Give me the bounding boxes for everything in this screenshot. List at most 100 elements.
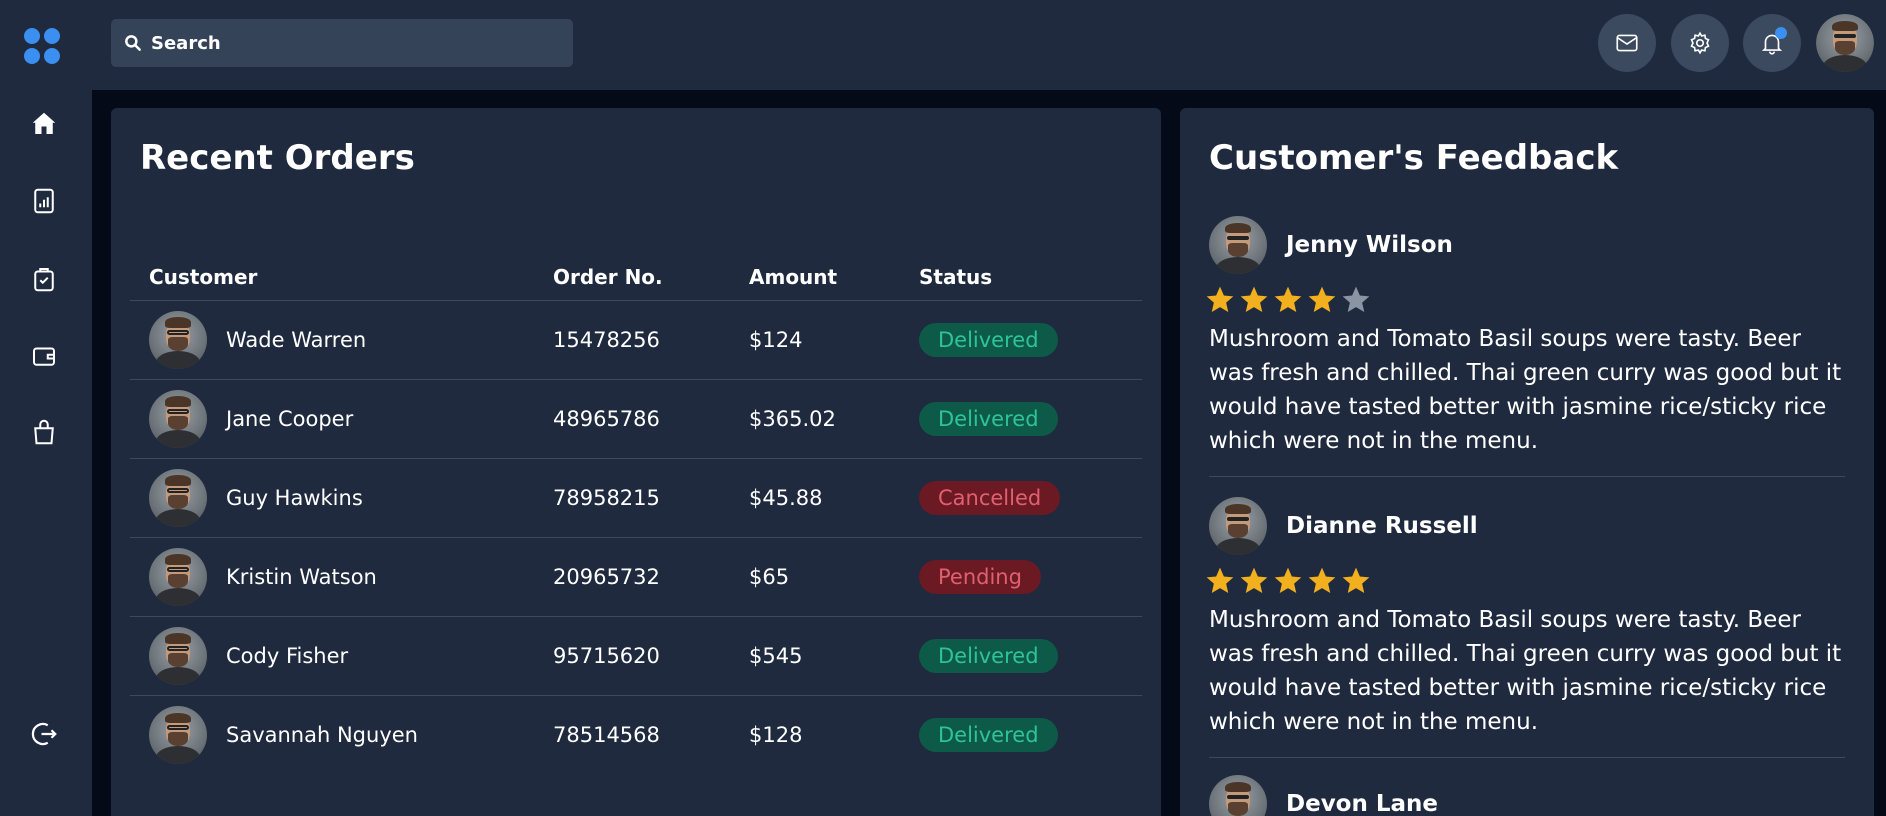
customer-cell: Guy Hawkins — [130, 458, 534, 538]
status-badge: Delivered — [919, 717, 1058, 752]
customer-feedback-title: Customer's Feedback — [1209, 138, 1619, 178]
star-icon — [1308, 286, 1336, 312]
customer-cell: Jane Cooper — [130, 379, 534, 459]
search-input[interactable] — [151, 32, 551, 54]
shopping-bag-icon[interactable] — [26, 414, 62, 450]
order-number: 20965732 — [534, 537, 730, 617]
customer-name: Kristin Watson — [226, 564, 377, 589]
order-number: 78514568 — [553, 722, 660, 747]
customer-name: Jane Cooper — [226, 406, 354, 431]
order-amount: $45.88 — [730, 458, 900, 538]
reviewer-name: Devon Lane — [1286, 791, 1439, 816]
column-header-status: Status — [900, 254, 1142, 301]
status-badge: Pending — [919, 559, 1041, 594]
status-cell: Delivered — [900, 695, 1142, 774]
star-rating — [1203, 565, 1845, 597]
order-number: 48965786 — [534, 379, 730, 459]
mail-icon — [1616, 34, 1638, 52]
gear-icon — [1690, 31, 1710, 55]
star-icon — [1274, 567, 1302, 593]
status-cell: Cancelled — [900, 458, 1142, 538]
top-header — [92, 0, 1886, 90]
order-number: 95715620 — [534, 616, 730, 696]
customer-feedback-panel: Customer's Feedback Jenny Wilson Mushroom… — [1180, 108, 1874, 816]
customer-name: Wade Warren — [226, 327, 367, 352]
notifications-button[interactable] — [1743, 14, 1801, 72]
app-logo[interactable] — [24, 28, 60, 64]
logout-icon[interactable] — [26, 716, 62, 752]
status-cell: Delivered — [900, 616, 1142, 696]
reviewer-avatar — [1209, 775, 1267, 816]
recent-orders-title: Recent Orders — [140, 138, 415, 178]
status-badge: Delivered — [919, 322, 1058, 357]
star-icon — [1342, 567, 1370, 593]
customer-name: Cody Fisher — [226, 643, 349, 668]
customer-avatar — [149, 547, 207, 606]
order-number: 15478256 — [534, 300, 730, 380]
order-amount: $545 — [730, 616, 900, 696]
star-icon — [1206, 286, 1234, 312]
reviewer-name: Jenny Wilson — [1286, 232, 1453, 258]
table-row[interactable]: Cody Fisher 95715620 $545 Delivered — [130, 616, 1142, 696]
sidebar — [0, 0, 92, 816]
customer-avatar — [149, 468, 207, 527]
tasks-icon[interactable] — [26, 261, 62, 297]
table-row[interactable]: Kristin Watson 20965732 $65 Pending — [130, 537, 1142, 617]
table-row[interactable]: Wade Warren 15478256 $124 Delivered — [130, 300, 1142, 380]
star-icon — [1240, 286, 1268, 312]
table-row[interactable]: Savannah Nguyen 78514568 $128 Delivered — [130, 695, 1142, 774]
status-cell: Delivered — [900, 300, 1142, 380]
settings-button[interactable] — [1671, 14, 1729, 72]
customer-cell: Cody Fisher — [130, 616, 534, 696]
customer-cell: Kristin Watson — [130, 537, 534, 617]
wallet-icon[interactable] — [26, 338, 62, 374]
star-icon — [1274, 286, 1302, 312]
feedback-item: Jenny Wilson Mushroom and Tomato Basil so… — [1206, 216, 1845, 477]
column-header-amount: Amount — [730, 254, 900, 301]
reviewer-name: Dianne Russell — [1286, 513, 1478, 539]
status-cell: Pending — [900, 537, 1142, 617]
customer-avatar — [149, 626, 207, 685]
customer-cell: Wade Warren — [130, 300, 534, 380]
customer-cell: Savannah Nguyen — [130, 695, 534, 774]
report-icon[interactable] — [26, 183, 62, 219]
customer-avatar — [149, 389, 207, 448]
search-box[interactable] — [111, 19, 573, 67]
order-number: 78958215 — [534, 458, 730, 538]
star-icon — [1240, 567, 1268, 593]
status-cell: Delivered — [900, 379, 1142, 459]
order-amount: $128 — [749, 722, 803, 747]
reviewer-avatar — [1209, 216, 1267, 274]
customer-avatar — [149, 310, 207, 369]
feedback-text: Mushroom and Tomato Basil soups were tas… — [1209, 607, 1842, 735]
column-header-customer: Customer — [130, 254, 534, 301]
status-badge: Cancelled — [919, 480, 1061, 515]
table-row[interactable]: Guy Hawkins 78958215 $45.88 Cancelled — [130, 458, 1142, 538]
recent-orders-panel: Recent Orders Customer Order No. Amount … — [111, 108, 1161, 816]
order-amount: $365.02 — [730, 379, 900, 459]
orders-table: Customer Order No. Amount Status Wade Wa… — [130, 254, 1142, 774]
star-icon — [1342, 286, 1370, 312]
star-rating — [1203, 284, 1845, 316]
customer-name: Savannah Nguyen — [226, 722, 418, 747]
order-amount: $65 — [730, 537, 900, 617]
mail-button[interactable] — [1598, 14, 1656, 72]
divider — [1209, 476, 1845, 477]
feedback-item: Dianne Russell Mushroom and Tomato Basil … — [1206, 497, 1845, 758]
order-amount: $124 — [730, 300, 900, 380]
home-icon[interactable] — [26, 106, 62, 142]
column-header-order-no: Order No. — [534, 254, 730, 301]
feedback-item: Devon Lane — [1209, 775, 1845, 816]
feedback-text: Mushroom and Tomato Basil soups were tas… — [1209, 326, 1842, 454]
customer-avatar — [149, 705, 207, 764]
status-badge: Delivered — [919, 401, 1058, 436]
star-icon — [1308, 567, 1336, 593]
status-badge: Delivered — [919, 638, 1058, 673]
notification-dot — [1775, 27, 1787, 39]
table-row[interactable]: Jane Cooper 48965786 $365.02 Delivered — [130, 379, 1142, 459]
search-icon — [125, 35, 141, 51]
star-icon — [1206, 567, 1234, 593]
user-avatar[interactable] — [1816, 14, 1874, 72]
divider — [1209, 757, 1845, 758]
reviewer-avatar — [1209, 497, 1267, 555]
